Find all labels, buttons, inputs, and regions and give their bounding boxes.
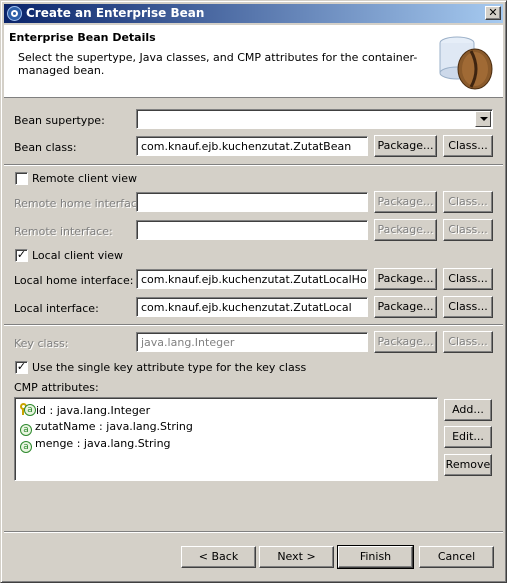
local-interface-input[interactable]: com.knauf.ejb.kuchenzutat.ZutatLocal xyxy=(136,297,368,317)
key-class-input[interactable]: java.lang.Integer xyxy=(136,332,368,352)
finish-button[interactable]: Finish xyxy=(337,545,414,569)
bean-class-input[interactable]: com.knauf.ejb.kuchenzutat.ZutatBean xyxy=(136,136,368,156)
enterprise-bean-icon xyxy=(439,36,493,90)
wizard-header: Enterprise Bean Details Select the super… xyxy=(4,25,503,98)
attribute-text: id : java.lang.Integer xyxy=(36,404,151,417)
page-title: Enterprise Bean Details xyxy=(9,31,156,44)
list-item[interactable]: a id : java.lang.Integer xyxy=(20,403,150,419)
next-button[interactable]: Next > xyxy=(259,546,334,568)
attribute-icon: a xyxy=(20,424,32,436)
back-button[interactable]: < Back xyxy=(181,546,256,568)
separator xyxy=(4,531,503,533)
remote-home-interface-input[interactable] xyxy=(136,192,368,212)
remote-home-class-button[interactable]: Class... xyxy=(443,191,493,213)
cmp-attributes-list[interactable]: a id : java.lang.Integer a zutatName : jav… xyxy=(14,397,438,481)
single-key-checkbox[interactable]: ✓ xyxy=(15,361,28,374)
list-item[interactable]: a zutatName : java.lang.String xyxy=(20,420,193,436)
window-title: Create an Enterprise Bean xyxy=(26,6,205,20)
title-bar: Create an Enterprise Bean ✕ xyxy=(4,4,503,23)
single-key-label: Use the single key attribute type for th… xyxy=(32,361,307,374)
separator xyxy=(4,324,503,326)
key-attribute-icon: a xyxy=(20,403,36,417)
cancel-button[interactable]: Cancel xyxy=(419,546,494,568)
bean-class-class-button[interactable]: Class... xyxy=(443,135,493,157)
remote-interface-label: Remote interface: xyxy=(14,225,113,238)
attribute-icon: a xyxy=(20,441,32,453)
local-home-interface-input[interactable]: com.knauf.ejb.kuchenzutat.ZutatLocalHome xyxy=(136,269,368,289)
local-home-package-button[interactable]: Package... xyxy=(374,268,437,290)
local-home-class-button[interactable]: Class... xyxy=(443,268,493,290)
key-class-package-button[interactable]: Package... xyxy=(374,331,437,353)
remote-interface-class-button[interactable]: Class... xyxy=(443,219,493,241)
page-description: Select the supertype, Java classes, and … xyxy=(18,51,418,77)
edit-attribute-button[interactable]: Edit... xyxy=(444,426,492,448)
attribute-text: menge : java.lang.String xyxy=(35,437,171,450)
remote-home-interface-label: Remote home interface: xyxy=(14,197,148,210)
local-interface-package-button[interactable]: Package... xyxy=(374,296,437,318)
attribute-text: zutatName : java.lang.String xyxy=(35,420,193,433)
create-enterprise-bean-dialog: Create an Enterprise Bean ✕ Enterprise B… xyxy=(0,0,507,583)
bean-supertype-label: Bean supertype: xyxy=(14,114,105,127)
local-client-view-checkbox[interactable]: ✓ xyxy=(15,249,28,262)
list-item[interactable]: a menge : java.lang.String xyxy=(20,437,171,453)
remote-interface-input[interactable] xyxy=(136,220,368,240)
close-button[interactable]: ✕ xyxy=(485,6,501,20)
local-interface-label: Local interface: xyxy=(14,302,99,315)
remote-home-package-button[interactable]: Package... xyxy=(374,191,437,213)
cmp-attributes-label: CMP attributes: xyxy=(14,381,99,394)
add-attribute-button[interactable]: Add... xyxy=(444,399,492,421)
separator xyxy=(4,164,503,166)
remote-client-view-checkbox[interactable] xyxy=(15,172,28,185)
eclipse-icon xyxy=(7,6,22,21)
remote-client-view-label: Remote client view xyxy=(32,172,137,185)
chevron-down-icon[interactable] xyxy=(475,111,491,127)
key-class-class-button[interactable]: Class... xyxy=(443,331,493,353)
remove-attribute-button[interactable]: Remove xyxy=(444,454,492,476)
bean-supertype-combo[interactable] xyxy=(136,109,493,129)
local-client-view-label: Local client view xyxy=(32,249,124,262)
local-interface-class-button[interactable]: Class... xyxy=(443,296,493,318)
local-home-interface-label: Local home interface: xyxy=(14,274,134,287)
key-class-label: Key class: xyxy=(14,337,69,350)
bean-class-package-button[interactable]: Package... xyxy=(374,135,437,157)
bean-class-label: Bean class: xyxy=(14,141,77,154)
remote-interface-package-button[interactable]: Package... xyxy=(374,219,437,241)
